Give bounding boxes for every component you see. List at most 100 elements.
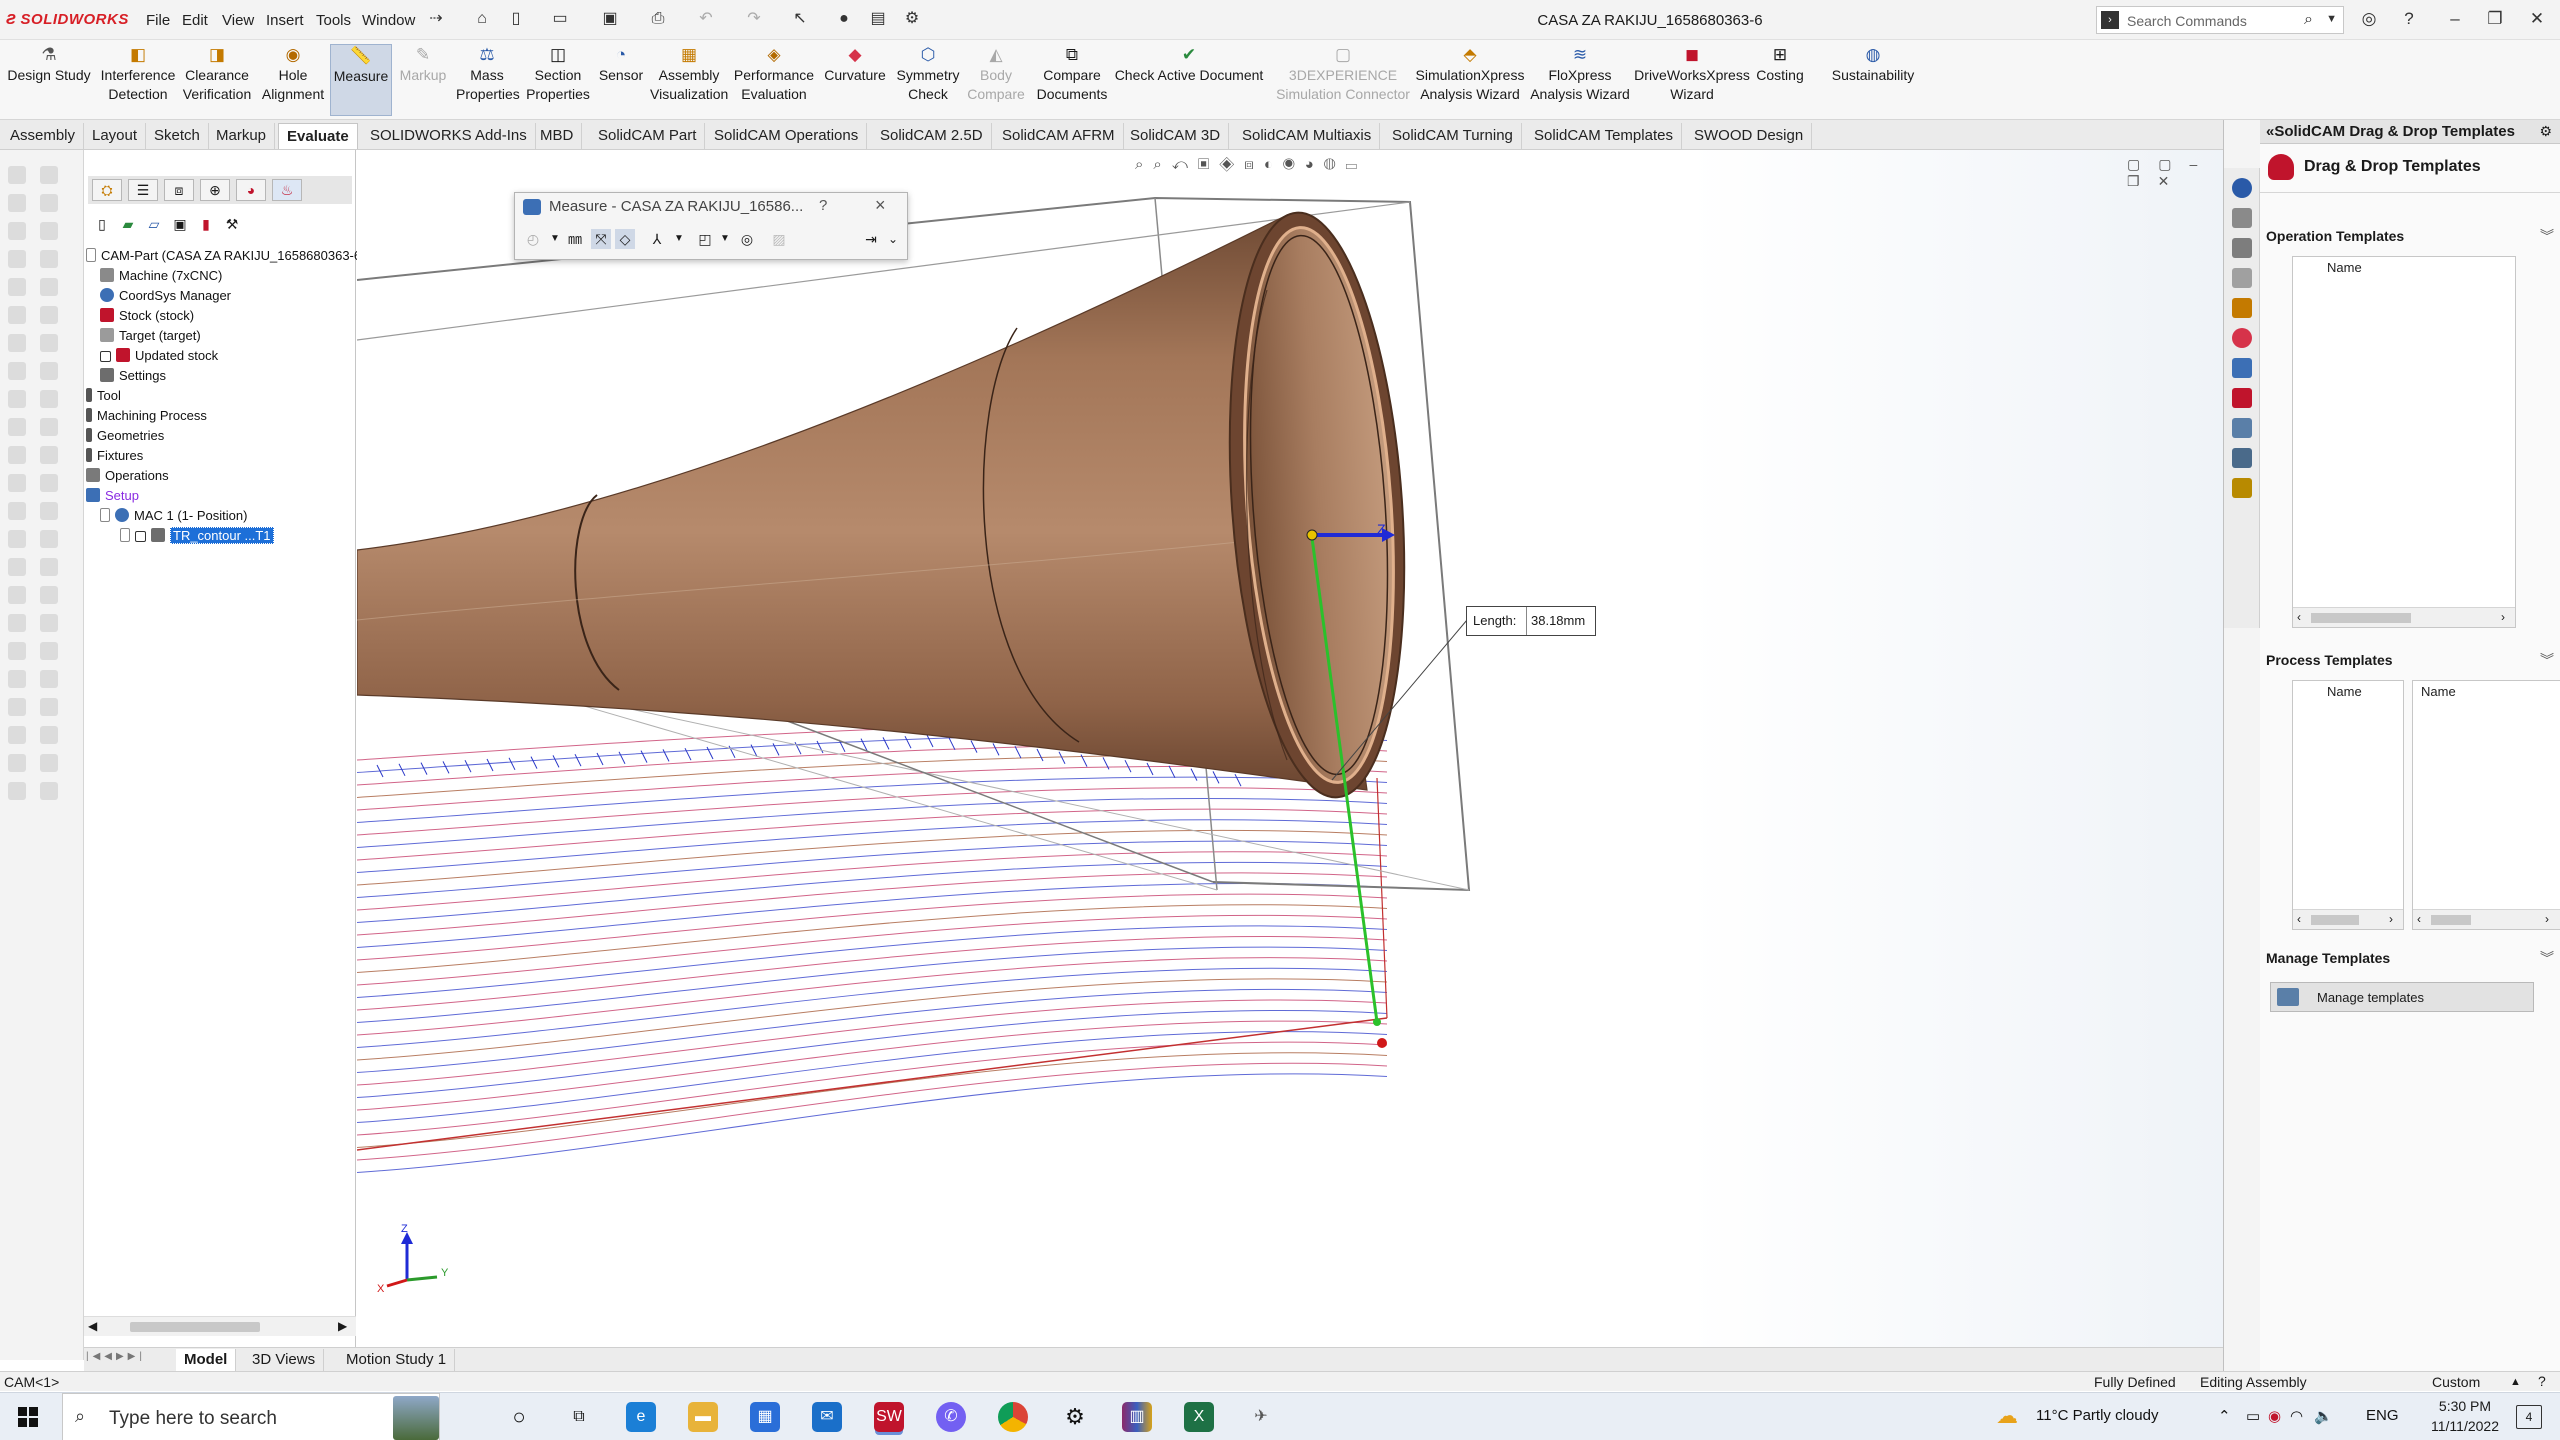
- solidcam-templates-icon[interactable]: [2232, 388, 2252, 408]
- language-indicator[interactable]: ENG: [2366, 1407, 2399, 1424]
- solidworks-taskbar-icon[interactable]: SW: [874, 1402, 904, 1432]
- appearance-icon[interactable]: ◕: [236, 179, 266, 201]
- sketch-chamfer-icon[interactable]: [8, 726, 26, 744]
- ribbon-floxpress[interactable]: ≋ FloXpress Analysis Wizard: [1530, 44, 1630, 116]
- menu-insert[interactable]: Insert: [266, 12, 304, 29]
- tree-item-fixtures[interactable]: Fixtures: [86, 446, 143, 466]
- configuration-manager-icon[interactable]: ⧈: [164, 179, 194, 201]
- chamfer-tool-icon[interactable]: [40, 334, 58, 352]
- text-tool-icon[interactable]: [8, 390, 26, 408]
- status-help-icon[interactable]: ?: [2538, 1372, 2546, 1390]
- tab-model[interactable]: Model: [176, 1349, 237, 1371]
- scroll-right-icon[interactable]: ▶: [338, 1319, 347, 1333]
- units-precision-icon[interactable]: ㎜: [565, 229, 585, 249]
- dynamic-annotation-icon[interactable]: ◈: [1219, 156, 1244, 173]
- tree-item-setup[interactable]: Setup: [86, 486, 139, 506]
- solidcam-help-icon[interactable]: [2232, 478, 2252, 498]
- tree-item-mac1[interactable]: MAC 1 (1- Position): [100, 506, 247, 526]
- solidworks-resources-icon[interactable]: [2232, 178, 2252, 198]
- operation-templates-list[interactable]: Name ‹ ›: [2292, 256, 2516, 628]
- ribbon-interference-detection[interactable]: ◧ Interference Detection: [98, 44, 178, 116]
- tree-item-updated-stock[interactable]: Updated stock: [100, 346, 218, 366]
- solidcam-manager-icon[interactable]: ♨: [272, 179, 302, 201]
- mail-icon[interactable]: ✉: [812, 1402, 842, 1432]
- 3d-sketch-icon[interactable]: [40, 642, 58, 660]
- show-hidden-icons[interactable]: ⌃: [2218, 1407, 2231, 1425]
- scroll-right-icon[interactable]: ›: [2501, 610, 2505, 624]
- menu-file[interactable]: File: [146, 12, 170, 29]
- process-templates-list-1[interactable]: Name ‹ ›: [2292, 680, 2404, 930]
- collapse-manage-icon[interactable]: ︾: [2540, 948, 2554, 968]
- scroll-thumb[interactable]: [2311, 613, 2411, 623]
- ribbon-body-compare[interactable]: ◭ Body Compare: [966, 44, 1026, 116]
- viewport-restore-icon[interactable]: ❐: [2127, 173, 2158, 189]
- trim-tool-icon[interactable]: [8, 250, 26, 268]
- scroll-right-icon[interactable]: ›: [2389, 912, 2393, 926]
- tab-sketch[interactable]: Sketch: [146, 123, 209, 149]
- ribbon-sustainability[interactable]: ◍ Sustainability: [1822, 44, 1924, 116]
- tab-mbd[interactable]: MBD: [532, 123, 583, 149]
- point-to-point-icon[interactable]: ◇: [615, 229, 635, 249]
- weather-icon[interactable]: ☁: [1996, 1403, 2026, 1429]
- search-commands[interactable]: › Search Commands ⌕ ▼: [2096, 6, 2344, 34]
- measurement-history-icon[interactable]: ◰: [695, 229, 715, 249]
- offset-tool-icon[interactable]: [40, 250, 58, 268]
- chrome-icon[interactable]: [998, 1402, 1028, 1432]
- new-document-icon[interactable]: ▯: [504, 8, 528, 30]
- apply-scene-icon[interactable]: ◍: [1324, 156, 1346, 173]
- relation-tool-icon[interactable]: [40, 306, 58, 324]
- design-library-icon[interactable]: [2232, 208, 2252, 228]
- home-icon[interactable]: ⌂: [470, 8, 494, 30]
- tab-layout[interactable]: Layout: [84, 123, 147, 149]
- ribbon-simulationxpress[interactable]: ⬘ SimulationXpress Analysis Wizard: [1414, 44, 1526, 116]
- close-icon[interactable]: ✕: [2522, 6, 2552, 32]
- process-templates-header[interactable]: Process Templates: [2266, 652, 2393, 668]
- new-part-icon[interactable]: ▯: [92, 214, 112, 234]
- clock[interactable]: 5:30 PM 11/11/2022: [2420, 1396, 2510, 1436]
- edge-icon[interactable]: e: [626, 1402, 656, 1432]
- split-entities-icon[interactable]: [8, 782, 26, 800]
- conic-tool-icon[interactable]: [40, 754, 58, 772]
- viber-icon[interactable]: ✆: [936, 1402, 966, 1432]
- forum-icon[interactable]: [2232, 358, 2252, 378]
- close-button[interactable]: ×: [875, 195, 886, 216]
- tab-solidcam-turning[interactable]: SolidCAM Turning: [1384, 123, 1522, 149]
- tab-solidcam-part[interactable]: SolidCAM Part: [590, 123, 706, 149]
- spline-tool-icon[interactable]: [8, 222, 26, 240]
- tree-item-stock[interactable]: Stock (stock): [100, 306, 194, 326]
- taskbar-search[interactable]: ⌕ Type here to search: [62, 1393, 440, 1440]
- tab-solidworks-add-ins[interactable]: SOLIDWORKS Add-Ins: [362, 123, 536, 149]
- tile-icon[interactable]: ▢: [2127, 156, 2158, 172]
- rapid-sketch-icon[interactable]: [8, 614, 26, 632]
- menu-tools[interactable]: Tools: [316, 12, 351, 29]
- network-icon[interactable]: ▭: [2246, 1407, 2260, 1425]
- open-part-icon[interactable]: ▰: [118, 214, 138, 234]
- solidworks-logo[interactable]: ƨ SOLIDWORKS: [6, 8, 129, 29]
- tools-icon[interactable]: ⚒: [222, 214, 242, 234]
- tree-item-machine[interactable]: Machine (7xCNC): [100, 266, 222, 286]
- cortana-icon[interactable]: ○: [504, 1402, 534, 1432]
- tree-item-settings[interactable]: Settings: [100, 366, 166, 386]
- chevron-down-icon[interactable]: ▼: [545, 229, 565, 249]
- tab-3d-views[interactable]: 3D Views: [244, 1349, 325, 1371]
- zoom-area-icon[interactable]: ⌕: [1153, 156, 1171, 173]
- mirror-tool-icon[interactable]: [8, 278, 26, 296]
- rotate-tool-icon[interactable]: [40, 446, 58, 464]
- stretch-tool-icon[interactable]: [8, 502, 26, 520]
- scroll-thumb[interactable]: [2311, 915, 2359, 925]
- arc-tool-icon[interactable]: [40, 194, 58, 212]
- process-name-column-1[interactable]: Name: [2293, 681, 2362, 703]
- undo-icon[interactable]: ↶: [694, 8, 718, 30]
- tree-item-coordsys[interactable]: CoordSys Manager: [100, 286, 231, 306]
- open-folder-icon[interactable]: ▱: [144, 214, 164, 234]
- account-icon[interactable]: ◎: [2354, 6, 2384, 32]
- tree-item-operations[interactable]: Operations: [86, 466, 169, 486]
- instant-2d-icon[interactable]: [40, 614, 58, 632]
- ribbon-hole-alignment[interactable]: ◉ Hole Alignment: [256, 44, 330, 116]
- tab-solidcam-multiaxis[interactable]: SolidCAM Multiaxis: [1234, 123, 1381, 149]
- volume-icon[interactable]: 🔈: [2314, 1407, 2333, 1425]
- plane-tool-icon[interactable]: [40, 390, 58, 408]
- cube-view-icon[interactable]: [40, 726, 58, 744]
- tab-motion-study[interactable]: Motion Study 1: [338, 1349, 456, 1371]
- sketch-picture-icon[interactable]: [40, 530, 58, 548]
